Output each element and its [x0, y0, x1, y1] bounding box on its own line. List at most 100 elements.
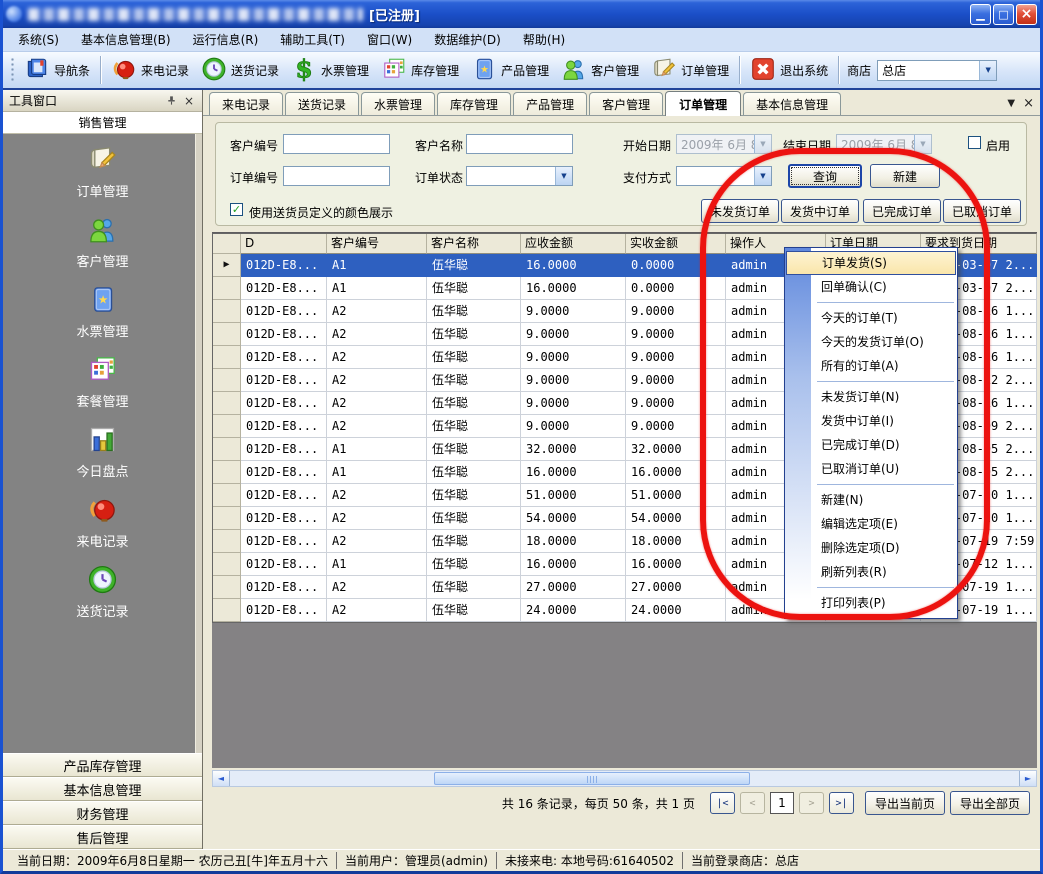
sidebar-section-sales[interactable]: 销售管理 [3, 112, 202, 134]
table-cell[interactable]: A2 [327, 323, 427, 346]
table-cell[interactable]: 0.0000 [626, 254, 726, 277]
table-cell[interactable]: 9.0000 [521, 323, 626, 346]
table-cell[interactable]: A1 [327, 254, 427, 277]
customer-code-input[interactable] [283, 134, 390, 154]
toolbar-button-bell[interactable]: 来电记录 [105, 53, 195, 88]
table-cell[interactable]: 16.0000 [626, 553, 726, 576]
status-filter-button[interactable]: 已取消订单 [943, 199, 1021, 223]
table-cell[interactable]: 012D-E8... [241, 277, 327, 300]
table-cell[interactable]: 32.0000 [521, 438, 626, 461]
table-cell[interactable]: 012D-E8... [241, 346, 327, 369]
table-cell[interactable]: 伍华聪 [427, 277, 521, 300]
tab-list-chevron-icon[interactable]: ▼ [1007, 98, 1015, 109]
context-menu-item[interactable]: 刷新列表(R) [785, 560, 957, 584]
sidebar-close-icon[interactable]: × [182, 94, 196, 108]
context-menu-item[interactable]: 回单确认(C) [785, 275, 957, 299]
table-cell[interactable]: 16.0000 [521, 254, 626, 277]
sidebar-section[interactable]: 售后管理 [3, 825, 202, 849]
table-cell[interactable]: 012D-E8... [241, 438, 327, 461]
enable-checkbox[interactable] [968, 136, 981, 149]
table-cell[interactable]: 27.0000 [521, 576, 626, 599]
table-cell[interactable]: 伍华聪 [427, 507, 521, 530]
menubar-item[interactable]: 数据维护(D) [423, 28, 512, 51]
sidebar-item-grid[interactable]: 套餐管理 [76, 354, 128, 410]
menubar-item[interactable]: 帮助(H) [512, 28, 576, 51]
table-cell[interactable]: A2 [327, 415, 427, 438]
context-menu-item[interactable]: 已完成订单(D) [785, 433, 957, 457]
tab[interactable]: 客户管理 [589, 92, 663, 115]
sidebar-item-people[interactable]: 客户管理 [76, 214, 128, 270]
table-cell[interactable]: 9.0000 [626, 369, 726, 392]
toolbar-button-people[interactable]: 客户管理 [555, 53, 645, 88]
table-cell[interactable]: 24.0000 [521, 599, 626, 622]
table-cell[interactable]: 18.0000 [521, 530, 626, 553]
toolbar-button-nav-book[interactable]: 导航条 [18, 53, 96, 88]
table-cell[interactable]: 伍华聪 [427, 530, 521, 553]
table-cell[interactable]: 18.0000 [626, 530, 726, 553]
page-number-input[interactable] [770, 792, 794, 814]
table-cell[interactable]: 012D-E8... [241, 599, 327, 622]
table-cell[interactable]: A2 [327, 507, 427, 530]
table-cell[interactable]: A2 [327, 530, 427, 553]
table-cell[interactable]: 9.0000 [521, 415, 626, 438]
context-menu-item[interactable]: 未发货订单(N) [785, 385, 957, 409]
table-cell[interactable]: A2 [327, 484, 427, 507]
sidebar-section[interactable]: 基本信息管理 [3, 777, 202, 801]
table-cell[interactable]: 伍华聪 [427, 300, 521, 323]
table-cell[interactable]: 伍华聪 [427, 323, 521, 346]
menubar-item[interactable]: 基本信息管理(B) [70, 28, 182, 51]
table-cell[interactable]: 伍华聪 [427, 346, 521, 369]
table-cell[interactable]: 16.0000 [521, 461, 626, 484]
table-cell[interactable]: 012D-E8... [241, 553, 327, 576]
menubar-item[interactable]: 窗口(W) [356, 28, 423, 51]
table-cell[interactable]: A2 [327, 300, 427, 323]
status-filter-button[interactable]: 未发货订单 [701, 199, 779, 223]
table-cell[interactable]: 9.0000 [521, 346, 626, 369]
query-button[interactable]: 查询 [788, 164, 862, 188]
order-code-input[interactable] [283, 166, 390, 186]
close-button[interactable]: × [1016, 4, 1037, 25]
tab[interactable]: 水票管理 [361, 92, 435, 115]
menubar-item[interactable]: 辅助工具(T) [269, 28, 356, 51]
row-selector[interactable] [213, 507, 241, 530]
tab[interactable]: 产品管理 [513, 92, 587, 115]
sidebar-item-scroll[interactable]: 订单管理 [76, 144, 128, 200]
shop-combobox[interactable]: 总店 ▼ [877, 60, 997, 81]
table-cell[interactable]: A1 [327, 277, 427, 300]
toolbar-button-card[interactable]: ★产品管理 [465, 53, 555, 88]
table-cell[interactable]: 伍华聪 [427, 438, 521, 461]
table-cell[interactable]: A2 [327, 346, 427, 369]
table-cell[interactable]: 012D-E8... [241, 323, 327, 346]
table-cell[interactable]: 012D-E8... [241, 576, 327, 599]
table-cell[interactable]: 012D-E8... [241, 415, 327, 438]
menubar-item[interactable]: 系统(S) [7, 28, 70, 51]
table-cell[interactable]: 012D-E8... [241, 300, 327, 323]
sidebar-item-chart[interactable]: 今日盘点 [76, 424, 128, 480]
status-filter-button[interactable]: 发货中订单 [781, 199, 859, 223]
row-selector[interactable]: ▶ [213, 254, 241, 277]
last-page-button[interactable]: >| [829, 792, 854, 814]
export-current-page-button[interactable]: 导出当前页 [865, 791, 945, 815]
table-cell[interactable]: 16.0000 [626, 461, 726, 484]
table-cell[interactable]: 012D-E8... [241, 484, 327, 507]
pay-method-combobox[interactable]: ▼ [676, 166, 772, 186]
row-selector[interactable] [213, 415, 241, 438]
table-cell[interactable]: 012D-E8... [241, 507, 327, 530]
status-filter-button[interactable]: 已完成订单 [863, 199, 941, 223]
next-page-button[interactable]: > [799, 792, 824, 814]
table-cell[interactable]: 012D-E8... [241, 461, 327, 484]
minimize-button[interactable]: ▁ [970, 4, 991, 25]
column-header[interactable]: 客户编号 [327, 234, 427, 254]
table-cell[interactable]: 51.0000 [626, 484, 726, 507]
context-menu-item[interactable]: 今天的订单(T) [785, 306, 957, 330]
new-button[interactable]: 新建 [870, 164, 940, 188]
table-cell[interactable]: A2 [327, 576, 427, 599]
row-selector[interactable] [213, 576, 241, 599]
table-cell[interactable]: 9.0000 [626, 323, 726, 346]
sidebar-scrollbar[interactable] [195, 134, 202, 753]
tab[interactable]: 订单管理 [665, 91, 741, 116]
tab[interactable]: 基本信息管理 [743, 92, 841, 115]
tab[interactable]: 库存管理 [437, 92, 511, 115]
table-cell[interactable]: 伍华聪 [427, 461, 521, 484]
table-cell[interactable]: 32.0000 [626, 438, 726, 461]
